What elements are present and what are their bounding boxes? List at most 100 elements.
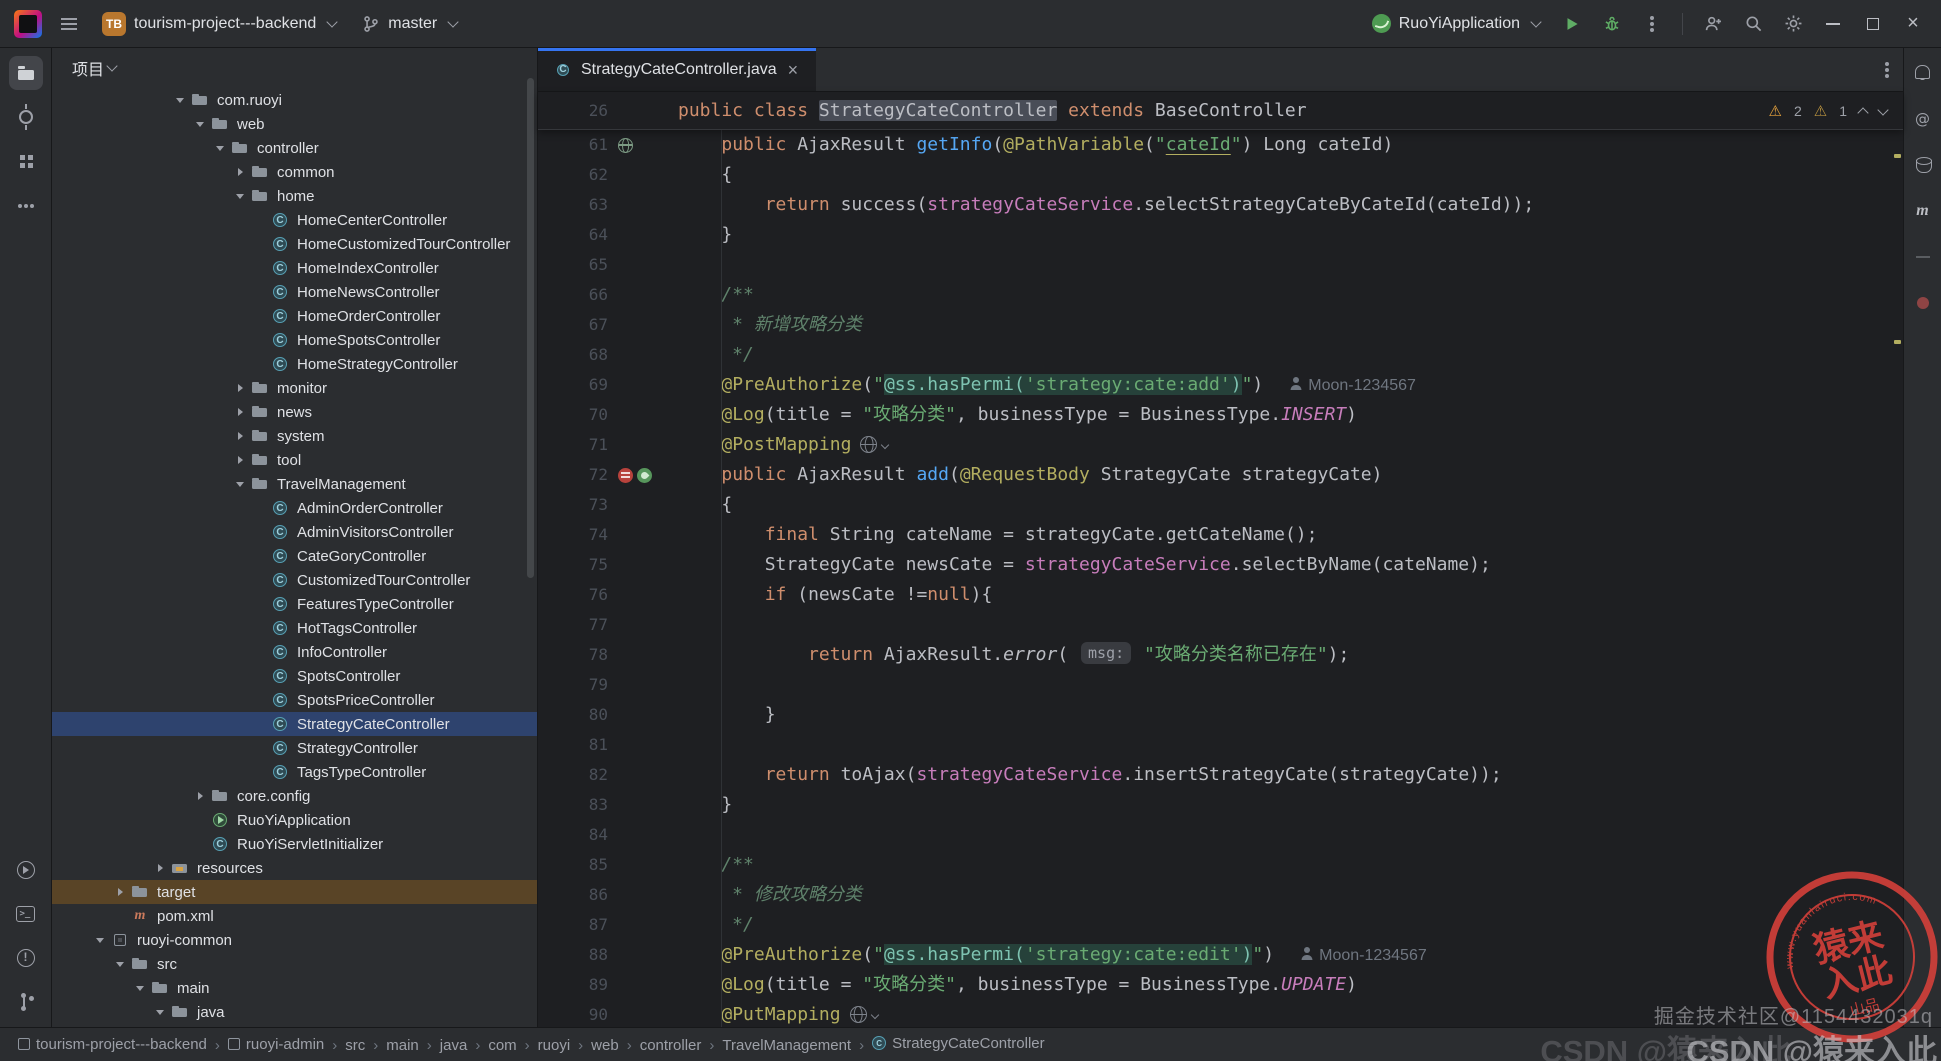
code-line-71[interactable]: 71 @PostMapping [538, 430, 1903, 460]
profiler-icon[interactable] [1906, 286, 1940, 320]
line-number[interactable]: 80 [538, 700, 608, 730]
line-number[interactable]: 62 [538, 160, 608, 190]
tree-item-HotTagsController[interactable]: HotTagsController [52, 616, 537, 640]
breadcrumb-item[interactable]: ruoyi-admin [224, 1034, 328, 1055]
tree-item-HomeStrategyController[interactable]: HomeStrategyController [52, 352, 537, 376]
tree-item-HomeOrderController[interactable]: HomeOrderController [52, 304, 537, 328]
project-widget[interactable]: TB tourism-project---backend [92, 6, 346, 42]
line-number[interactable]: 68 [538, 340, 608, 370]
code-line-88[interactable]: 88 @PreAuthorize("@ss.hasPermi('strategy… [538, 940, 1903, 970]
line-number[interactable]: 78 [538, 640, 608, 670]
tree-item-HomeNewsController[interactable]: HomeNewsController [52, 280, 537, 304]
tree-item-HomeCenterController[interactable]: HomeCenterController [52, 208, 537, 232]
line-number[interactable]: 71 [538, 430, 608, 460]
search-everywhere-button[interactable] [1735, 7, 1771, 41]
tree-item-AdminVisitorsController[interactable]: AdminVisitorsController [52, 520, 537, 544]
tree-item-RuoYiApplication[interactable]: RuoYiApplication [52, 808, 537, 832]
line-number[interactable]: 85 [538, 850, 608, 880]
line-number[interactable]: 75 [538, 550, 608, 580]
tree-item-SpotsPriceController[interactable]: SpotsPriceController [52, 688, 537, 712]
code-line-64[interactable]: 64 } [538, 220, 1903, 250]
tree-item-InfoController[interactable]: InfoController [52, 640, 537, 664]
run-button[interactable] [1554, 7, 1590, 41]
line-number[interactable]: 70 [538, 400, 608, 430]
tree-item-com.ruoyi[interactable]: com.ruoyi [52, 88, 537, 112]
code-line-68[interactable]: 68 */ [538, 340, 1903, 370]
tree-item-monitor[interactable]: monitor [52, 376, 537, 400]
line-number[interactable]: 69 [538, 370, 608, 400]
chevron-down-icon[interactable] [92, 928, 110, 952]
tree-item-web[interactable]: web [52, 112, 537, 136]
chevron-right-icon[interactable] [232, 376, 250, 400]
version-control-icon[interactable] [9, 985, 43, 1019]
more-icon[interactable] [9, 188, 43, 222]
tree-item-HomeIndexController[interactable]: HomeIndexController [52, 256, 537, 280]
code-line-70[interactable]: 70 @Log(title = "攻略分类", businessType = B… [538, 400, 1903, 430]
project-panel-header[interactable]: 项目 [52, 48, 537, 88]
chevron-down-icon[interactable] [232, 184, 250, 208]
line-number[interactable]: 67 [538, 310, 608, 340]
tree-item-java[interactable]: java [52, 1000, 537, 1024]
code-line-78[interactable]: 78 return AjaxResult.error( msg: "攻略分类名称… [538, 640, 1903, 670]
inspection-widget[interactable]: ⚠ 2 ⚠ 1 [1769, 92, 1889, 129]
tree-item-HomeSpotsController[interactable]: HomeSpotsController [52, 328, 537, 352]
code-line-69[interactable]: 69 @PreAuthorize("@ss.hasPermi('strategy… [538, 370, 1903, 400]
tree-item-StrategyController[interactable]: StrategyController [52, 736, 537, 760]
run-configuration-widget[interactable]: RuoYiApplication [1362, 8, 1550, 39]
code-line-77[interactable]: 77 [538, 610, 1903, 640]
tree-item-AdminOrderController[interactable]: AdminOrderController [52, 496, 537, 520]
line-number[interactable]: 90 [538, 1000, 608, 1027]
code-line-74[interactable]: 74 final String cateName = strategyCate.… [538, 520, 1903, 550]
tab-options-kebab-icon[interactable] [1885, 67, 1889, 72]
chevron-right-icon[interactable] [232, 448, 250, 472]
error-stripe-mark[interactable] [1894, 340, 1901, 344]
line-number[interactable]: 86 [538, 880, 608, 910]
code-line-79[interactable]: 79 [538, 670, 1903, 700]
code-line-66[interactable]: 66 /** [538, 280, 1903, 310]
code-line-62[interactable]: 62 { [538, 160, 1903, 190]
error-stripe-mark[interactable] [1894, 154, 1901, 158]
window-minimize-button[interactable] [1815, 7, 1851, 41]
breadcrumb-item[interactable]: controller [636, 1035, 706, 1056]
ai-at-icon[interactable] [1906, 102, 1940, 136]
tree-item-system[interactable]: system [52, 424, 537, 448]
chevron-right-icon[interactable] [192, 784, 210, 808]
line-number[interactable]: 66 [538, 280, 608, 310]
line-number[interactable]: 77 [538, 610, 608, 640]
line-number[interactable]: 88 [538, 940, 608, 970]
code-line-72[interactable]: 72 public AjaxResult add(@RequestBody St… [538, 460, 1903, 490]
window-close-button[interactable]: × [1895, 7, 1931, 41]
breadcrumb-item[interactable]: com [484, 1035, 520, 1056]
main-menu-icon[interactable] [52, 7, 86, 41]
problems-icon[interactable] [9, 941, 43, 975]
breadcrumb-item[interactable]: src [341, 1035, 369, 1056]
code-line-83[interactable]: 83 } [538, 790, 1903, 820]
tree-item-HomeCustomizedTourController[interactable]: HomeCustomizedTourController [52, 232, 537, 256]
previous-problem-icon[interactable] [1857, 106, 1869, 119]
line-number[interactable]: 76 [538, 580, 608, 610]
breadcrumb-item[interactable]: main [382, 1035, 423, 1056]
tree-item-core.config[interactable]: core.config [52, 784, 537, 808]
chevron-down-icon[interactable] [232, 472, 250, 496]
tree-item-TagsTypeController[interactable]: TagsTypeController [52, 760, 537, 784]
tree-item-pom.xml[interactable]: pom.xml [52, 904, 537, 928]
tab-close-button[interactable]: × [786, 59, 801, 81]
code-line-80[interactable]: 80 } [538, 700, 1903, 730]
tree-item-controller[interactable]: controller [52, 136, 537, 160]
code-line-84[interactable]: 84 [538, 820, 1903, 850]
breadcrumb-item[interactable]: java [436, 1035, 472, 1056]
tree-item-CateGoryController[interactable]: CateGoryController [52, 544, 537, 568]
chevron-down-icon[interactable] [192, 112, 210, 136]
code-line-81[interactable]: 81 [538, 730, 1903, 760]
sticky-header-line[interactable]: 26 public class StrategyCateController e… [538, 92, 1903, 130]
red-gutter-icon[interactable] [618, 467, 633, 483]
breadcrumb-item[interactable]: ruoyi [534, 1035, 575, 1056]
line-number[interactable]: 81 [538, 730, 608, 760]
maven-icon[interactable] [1906, 194, 1940, 228]
code-line-63[interactable]: 63 return success(strategyCateService.se… [538, 190, 1903, 220]
line-number[interactable]: 89 [538, 970, 608, 1000]
globe-gutter-icon[interactable] [618, 137, 633, 153]
chevron-down-icon[interactable] [152, 1000, 170, 1024]
tree-item-resources[interactable]: resources [52, 856, 537, 880]
project-folder-icon[interactable] [8, 56, 43, 90]
